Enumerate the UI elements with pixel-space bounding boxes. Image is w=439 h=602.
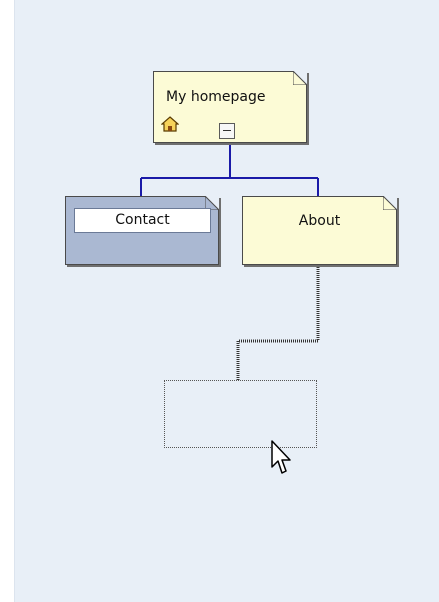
drop-target-placeholder[interactable] [164,380,317,448]
root-node-label: My homepage [166,89,266,105]
child-node-contact[interactable]: Contact [65,196,219,265]
child-node-about[interactable]: About [242,196,397,265]
root-node-my-homepage[interactable]: My homepage [153,71,307,143]
drag-path [236,265,320,380]
page-fold-icon [293,71,307,85]
page-fold-icon [383,196,397,210]
home-icon [161,116,179,132]
collapse-toggle-button[interactable] [219,123,235,139]
contact-node-label[interactable]: Contact [74,208,211,233]
about-node-label: About [298,213,341,229]
mouse-pointer-icon [271,440,291,474]
